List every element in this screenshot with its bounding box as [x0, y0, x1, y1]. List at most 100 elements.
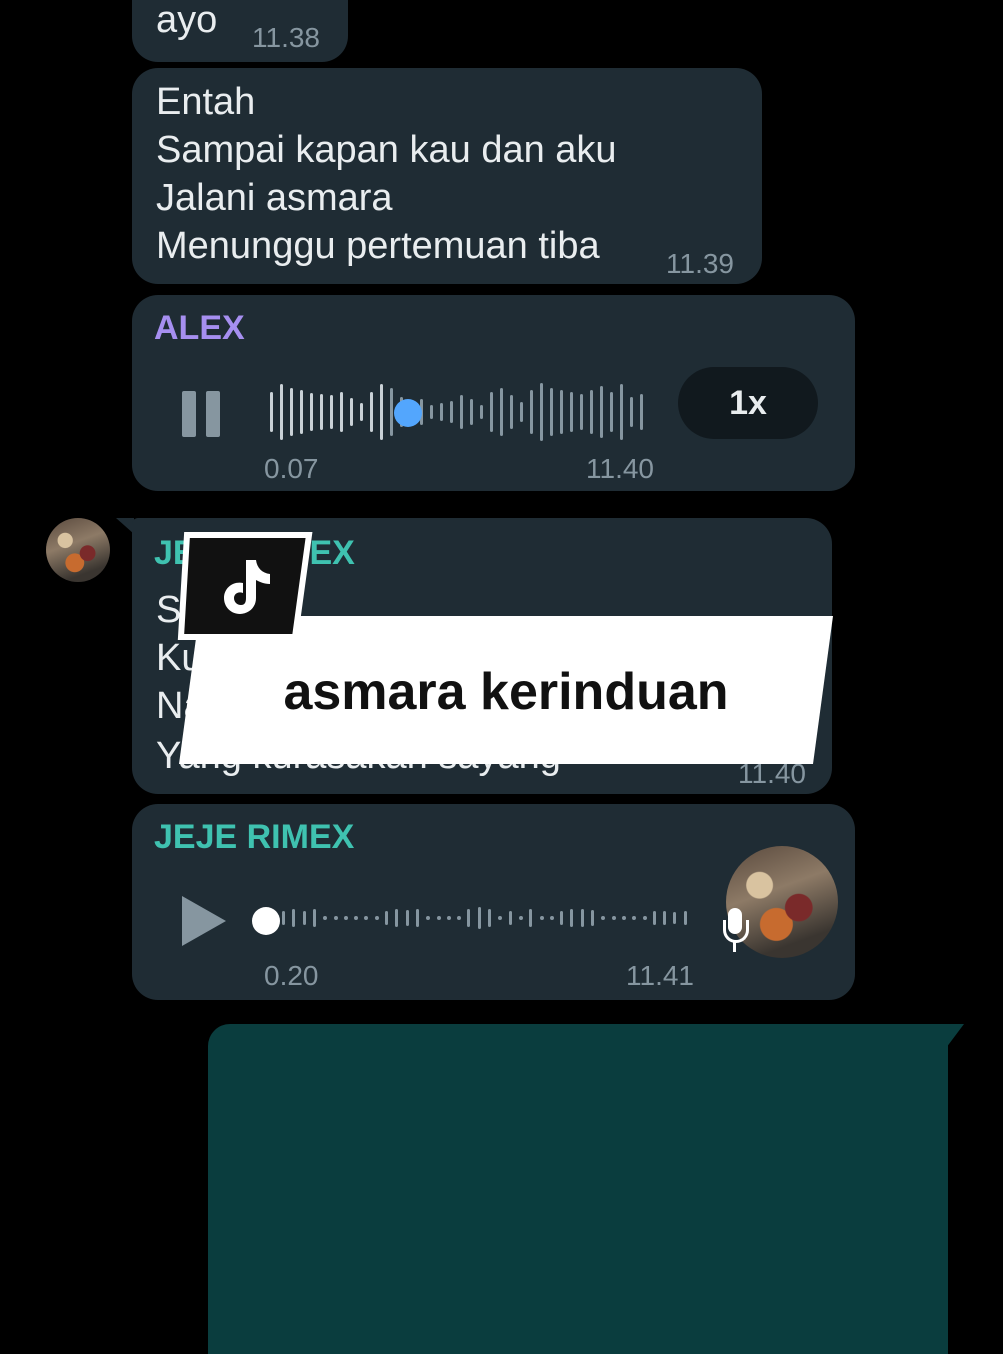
message-bubble-lyrics[interactable]: Entah Sampai kapan kau dan aku Jalani as…	[132, 68, 762, 284]
waveform-bar	[580, 394, 583, 430]
waveform-bar	[380, 384, 383, 440]
waveform-bar	[354, 916, 359, 920]
waveform-bar	[302, 911, 306, 925]
waveform-bar	[508, 911, 512, 925]
waveform-bar	[601, 916, 606, 920]
waveform-bar	[350, 398, 353, 426]
waveform-bar	[290, 388, 293, 436]
audio-duration: 0.07	[264, 453, 319, 484]
avatar[interactable]	[46, 518, 110, 582]
audio-waveform[interactable]	[270, 379, 660, 445]
playback-speed-button[interactable]: 1x	[678, 367, 818, 439]
waveform-bar	[426, 916, 431, 920]
waveform-bar	[446, 916, 451, 920]
waveform-bar	[390, 388, 393, 436]
waveform-bar	[467, 909, 471, 927]
waveform-bar	[300, 390, 303, 434]
waveform-bar	[343, 916, 348, 920]
audio-waveform[interactable]	[282, 898, 702, 938]
waveform-bar	[490, 392, 493, 432]
waveform-bar	[470, 399, 473, 425]
waveform-bar	[591, 910, 594, 926]
caption-text: asmara kerinduan	[283, 663, 729, 721]
waveform-bar	[611, 916, 616, 920]
waveform-bar	[488, 909, 491, 927]
waveform-bar	[620, 384, 623, 440]
waveform-bar	[632, 916, 637, 920]
waveform-bar	[477, 907, 481, 929]
waveform-bar	[282, 911, 285, 925]
waveform-bar	[560, 911, 564, 925]
sender-name: JEJE RIMEX	[154, 818, 355, 856]
tiktok-logo-icon	[210, 550, 280, 620]
waveform-bar	[270, 392, 273, 432]
waveform-bar	[683, 911, 687, 925]
waveform-bar	[370, 392, 373, 432]
lyric-line-4: Yang kurasakan sayang	[156, 735, 561, 777]
waveform-bar	[560, 390, 563, 434]
waveform-bar	[570, 392, 573, 432]
waveform-bar	[520, 402, 523, 422]
waveform-bar	[529, 909, 533, 927]
playback-position-handle[interactable]	[252, 907, 280, 935]
microphone-icon	[720, 906, 750, 956]
message-bubble-ayo[interactable]: ayo 11.38	[132, 0, 348, 62]
message-time: 11.40	[586, 453, 654, 484]
play-button[interactable]	[178, 894, 230, 948]
speed-label: 1x	[729, 383, 767, 422]
message-time: 11.40	[738, 758, 806, 789]
waveform-bar	[640, 394, 643, 430]
waveform-bar	[539, 916, 544, 920]
waveform-bar	[540, 383, 543, 441]
waveform-bar	[510, 395, 513, 429]
waveform-bar	[549, 916, 554, 920]
playback-position-handle[interactable]	[394, 399, 422, 427]
waveform-bar	[330, 395, 333, 429]
outgoing-message-bubble[interactable]	[208, 1024, 948, 1354]
waveform-bar	[450, 401, 453, 423]
waveform-bar	[280, 384, 283, 440]
waveform-bar	[550, 388, 553, 436]
audio-duration: 0.20	[264, 960, 319, 991]
bubble-tail	[946, 1024, 964, 1048]
waveform-bar	[323, 916, 328, 920]
waveform-bar	[333, 916, 338, 920]
waveform-bar	[500, 388, 503, 436]
message-time: 11.41	[626, 960, 694, 991]
waveform-bar	[610, 392, 613, 432]
waveform-bar	[405, 910, 409, 926]
voice-message-jeje[interactable]: JEJE RIMEX 0.20 11.41	[132, 804, 855, 1000]
waveform-bar	[518, 916, 523, 920]
waveform-bar	[430, 405, 433, 419]
waveform-bar	[480, 405, 483, 419]
waveform-bar	[652, 911, 656, 925]
play-icon	[182, 896, 226, 946]
waveform-bar	[673, 912, 677, 924]
waveform-bar	[292, 909, 296, 927]
message-time: 11.38	[252, 22, 320, 53]
waveform-bar	[590, 390, 593, 434]
sender-name-visible-end: IEX	[300, 534, 355, 572]
message-text: ayo	[156, 0, 218, 41]
waveform-bar	[630, 397, 633, 427]
waveform-bar	[663, 911, 667, 925]
waveform-bar	[436, 916, 441, 920]
pause-icon	[178, 391, 226, 437]
sender-name: ALEX	[154, 309, 245, 347]
waveform-bar	[340, 392, 343, 432]
waveform-bar	[312, 909, 316, 927]
pause-button[interactable]	[178, 391, 226, 437]
waveform-bar	[415, 909, 419, 927]
waveform-bar	[364, 916, 369, 920]
waveform-bar	[642, 916, 647, 920]
waveform-bar	[385, 911, 388, 925]
waveform-bar	[600, 386, 603, 438]
waveform-bar	[460, 395, 463, 429]
voice-message-alex[interactable]: ALEX 0.07 11.40 1x	[132, 295, 855, 491]
message-text: Entah Sampai kapan kau dan aku Jalani as…	[156, 81, 617, 267]
waveform-bar	[457, 916, 462, 920]
waveform-bar	[498, 916, 503, 920]
waveform-bar	[374, 916, 379, 920]
waveform-bar	[570, 909, 574, 927]
lyric-line-1: Se	[156, 589, 203, 631]
